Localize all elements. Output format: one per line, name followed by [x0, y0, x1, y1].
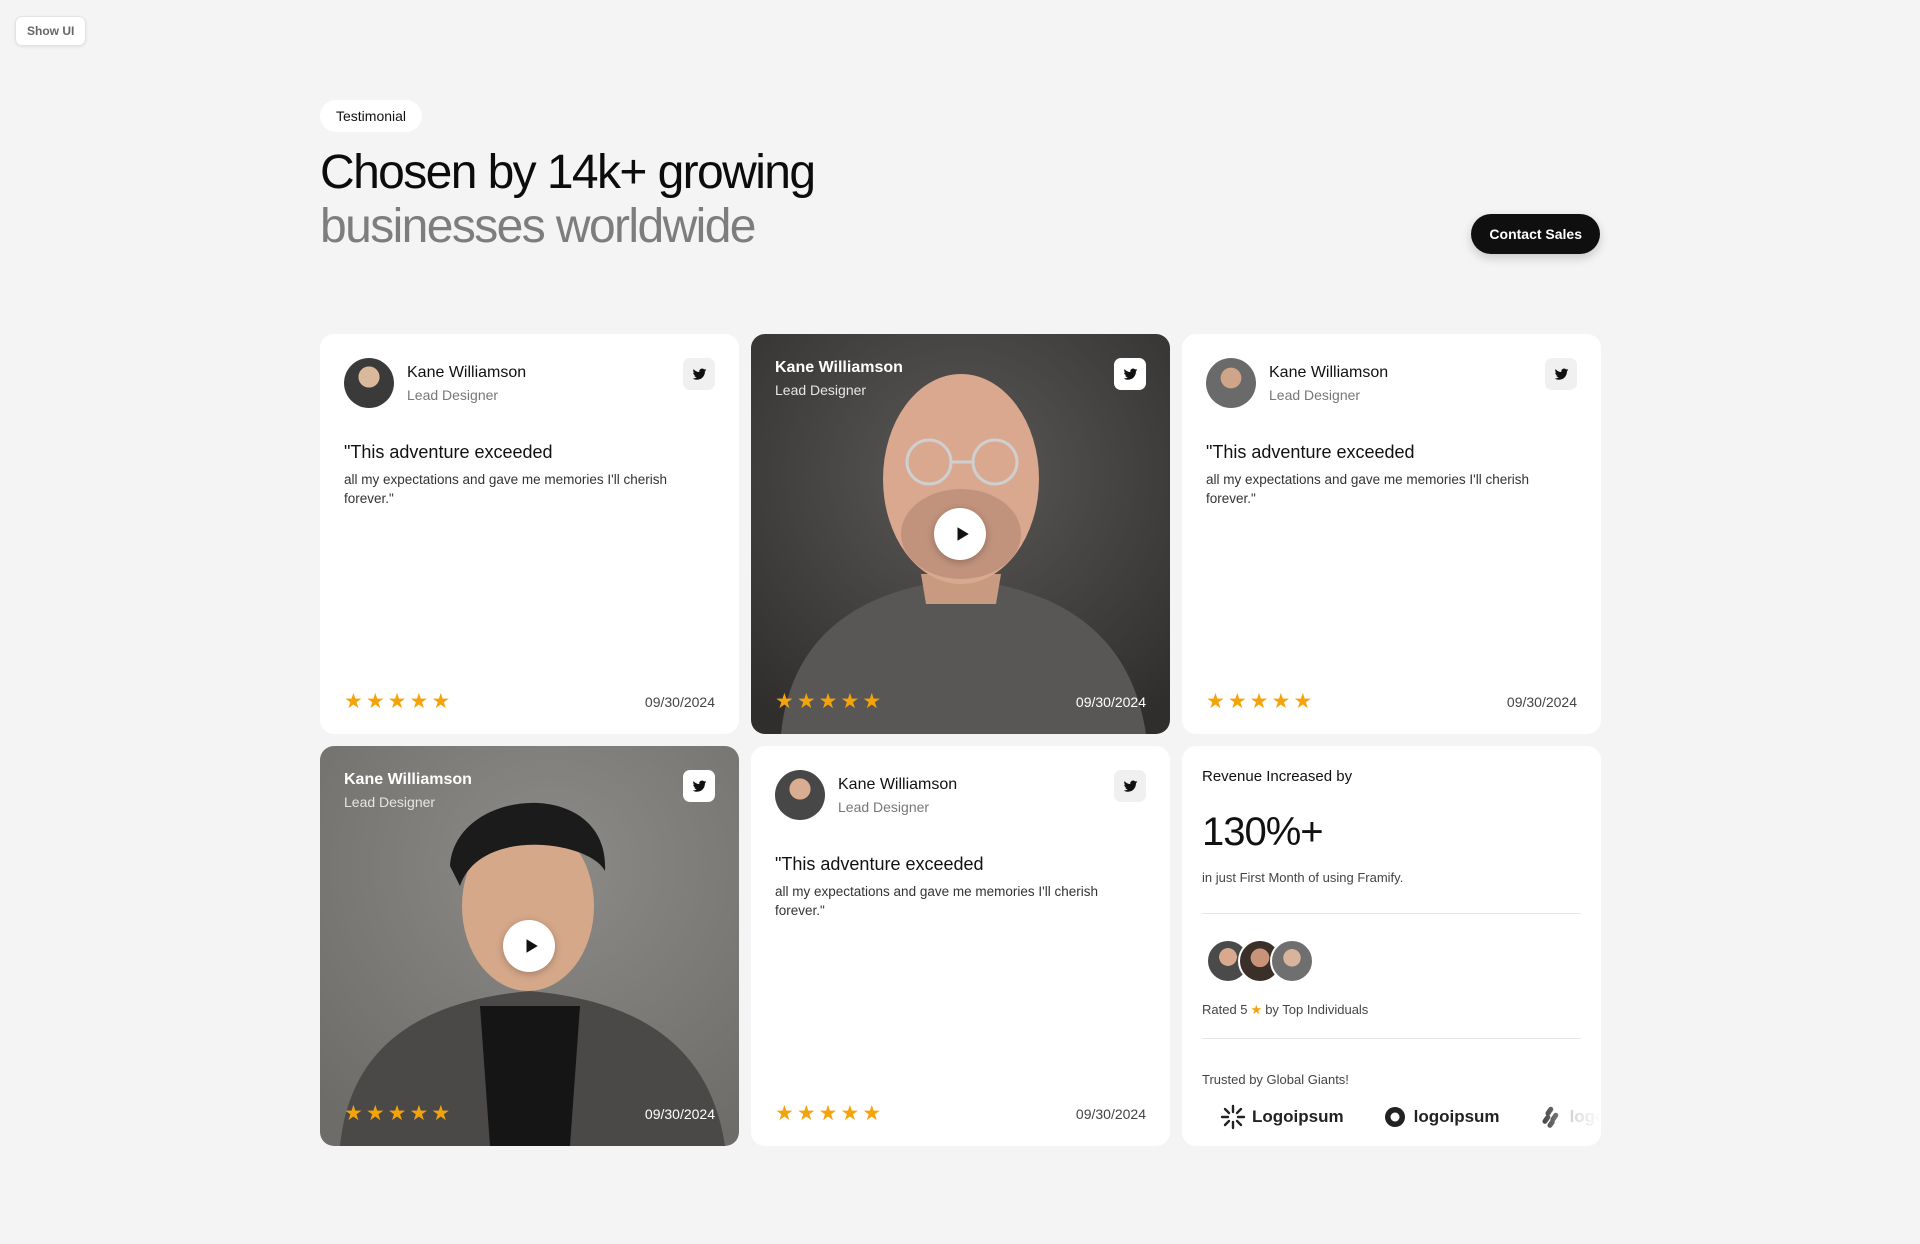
twitter-icon[interactable] [1114, 770, 1146, 802]
quote-body: all my expectations and gave me memories… [775, 884, 1098, 918]
twitter-icon[interactable] [1545, 358, 1577, 390]
star-icon: ★ [775, 690, 794, 713]
trusted-label: Trusted by Global Giants! [1202, 1072, 1349, 1087]
star-icon: ★ [775, 1102, 794, 1125]
rating-stars: ★ ★ ★ ★ ★ [1206, 691, 1312, 712]
testimonial-card: Kane Williamson Lead Designer "This adve… [1182, 334, 1601, 734]
author-role: Lead Designer [344, 794, 436, 810]
headline-line-2: businesses worldwide [320, 200, 757, 253]
avatar-group [1206, 939, 1314, 983]
star-icon: ★ [818, 1102, 838, 1125]
star-icon: ★ [1249, 690, 1269, 713]
author-role: Lead Designer [838, 799, 930, 815]
star-icon: ★ [818, 690, 838, 713]
page-title: Chosen by 14k+ growing businesses worldw… [320, 146, 1600, 254]
video-testimonial-card[interactable]: Kane Williamson Lead Designer ★ ★ ★ ★ ★ 09/3… [320, 746, 739, 1146]
author-name: Kane Williamson [775, 359, 903, 376]
twitter-icon[interactable] [683, 770, 715, 802]
play-icon [526, 939, 538, 953]
video-testimonial-card[interactable]: Kane Williamson Lead Designer ★ ★ ★ ★ ★ 09/3… [751, 334, 1170, 734]
quote-title: "This adventure exceeded [775, 854, 984, 874]
star-icon: ★ [796, 1102, 816, 1125]
review-date: 09/30/2024 [1075, 694, 1146, 710]
author-role: Lead Designer [775, 382, 867, 398]
star-icon: ★ [344, 690, 363, 713]
review-date: 09/30/2024 [1075, 1106, 1146, 1122]
twitter-icon[interactable] [1114, 358, 1146, 390]
rated-prefix: Rated 5 [1202, 1002, 1248, 1017]
logo-text: Logoipsum [1252, 1107, 1344, 1126]
author-role: Lead Designer [407, 387, 499, 403]
star-icon: ★ [431, 690, 451, 713]
divider [1202, 913, 1581, 914]
logo-fade [1531, 1096, 1601, 1146]
rating-stars: ★ ★ ★ ★ ★ [344, 1103, 450, 1124]
star-icon: ★ [840, 1102, 860, 1125]
avatar [775, 770, 825, 820]
testimonial-section: Testimonial Chosen by 14k+ growing busin… [320, 100, 1600, 254]
star-icon: ★ [365, 690, 385, 713]
headline-line-1: Chosen by 14k+ growing [320, 146, 816, 199]
quote-body: all my expectations and gave me memories… [344, 472, 667, 506]
author-name: Kane Williamson [838, 776, 958, 793]
rated-text: Rated 5 ★ by Top Individuals [1202, 1002, 1368, 1017]
star-icon: ★ [1206, 690, 1225, 713]
testimonial-card: Kane Williamson Lead Designer "This adve… [320, 334, 739, 734]
star-icon: ★ [365, 1102, 385, 1125]
star-icon: ★ [840, 690, 860, 713]
star-icon: ★ [1271, 690, 1291, 713]
stats-value: 130%+ [1202, 810, 1324, 854]
star-icon: ★ [1293, 690, 1313, 713]
star-icon: ★ [387, 1102, 407, 1125]
show-ui-button[interactable]: Show UI [15, 16, 87, 46]
author-name: Kane Williamson [1269, 364, 1389, 381]
review-date: 09/30/2024 [644, 1106, 715, 1122]
star-icon: ★ [431, 1102, 451, 1125]
play-icon [957, 527, 969, 541]
review-date: 09/30/2024 [1506, 694, 1577, 710]
avatar [344, 358, 394, 408]
author-name: Kane Williamson [407, 364, 527, 381]
quote-title: "This adventure exceeded [344, 442, 553, 462]
author-name: Kane Williamson [344, 771, 472, 788]
section-pill: Testimonial [320, 100, 423, 132]
star-icon: ★ [796, 690, 816, 713]
play-button[interactable] [503, 920, 555, 972]
quote-title: "This adventure exceeded [1206, 442, 1415, 462]
star-icon: ★ [1227, 690, 1247, 713]
star-icon: ★ [1250, 1002, 1263, 1017]
avatar [1206, 358, 1256, 408]
play-button[interactable] [934, 508, 986, 560]
stats-subtitle: in just First Month of using Framify. [1202, 870, 1404, 885]
quote-body: all my expectations and gave me memories… [1206, 472, 1529, 506]
star-icon: ★ [862, 1102, 882, 1125]
contact-sales-button[interactable]: Contact Sales [1471, 214, 1600, 254]
ring-icon [1384, 1107, 1405, 1127]
avatar [1270, 939, 1314, 983]
stats-title: Revenue Increased by [1202, 768, 1353, 785]
logo-text: logoipsum [1413, 1107, 1500, 1126]
sunburst-icon [1220, 1104, 1246, 1130]
rating-stars: ★ ★ ★ ★ ★ [775, 691, 881, 712]
company-logo: logoipsum [1382, 1104, 1500, 1130]
review-date: 09/30/2024 [644, 694, 715, 710]
star-icon: ★ [409, 1102, 429, 1125]
rating-stars: ★ ★ ★ ★ ★ [775, 1103, 881, 1124]
author-role: Lead Designer [1269, 387, 1361, 403]
stats-card: Revenue Increased by 130%+ in just First… [1182, 746, 1601, 1146]
star-icon: ★ [344, 1102, 363, 1125]
twitter-icon[interactable] [683, 358, 715, 390]
star-icon: ★ [387, 690, 407, 713]
star-icon: ★ [862, 690, 882, 713]
company-logo: Logoipsum [1220, 1104, 1344, 1130]
rated-suffix: by Top Individuals [1265, 1002, 1369, 1017]
star-icon: ★ [409, 690, 429, 713]
testimonial-card: Kane Williamson Lead Designer "This adve… [751, 746, 1170, 1146]
rating-stars: ★ ★ ★ ★ ★ [344, 691, 450, 712]
divider [1202, 1038, 1581, 1039]
testimonial-grid: Kane Williamson Lead Designer "This adve… [320, 334, 1601, 1146]
